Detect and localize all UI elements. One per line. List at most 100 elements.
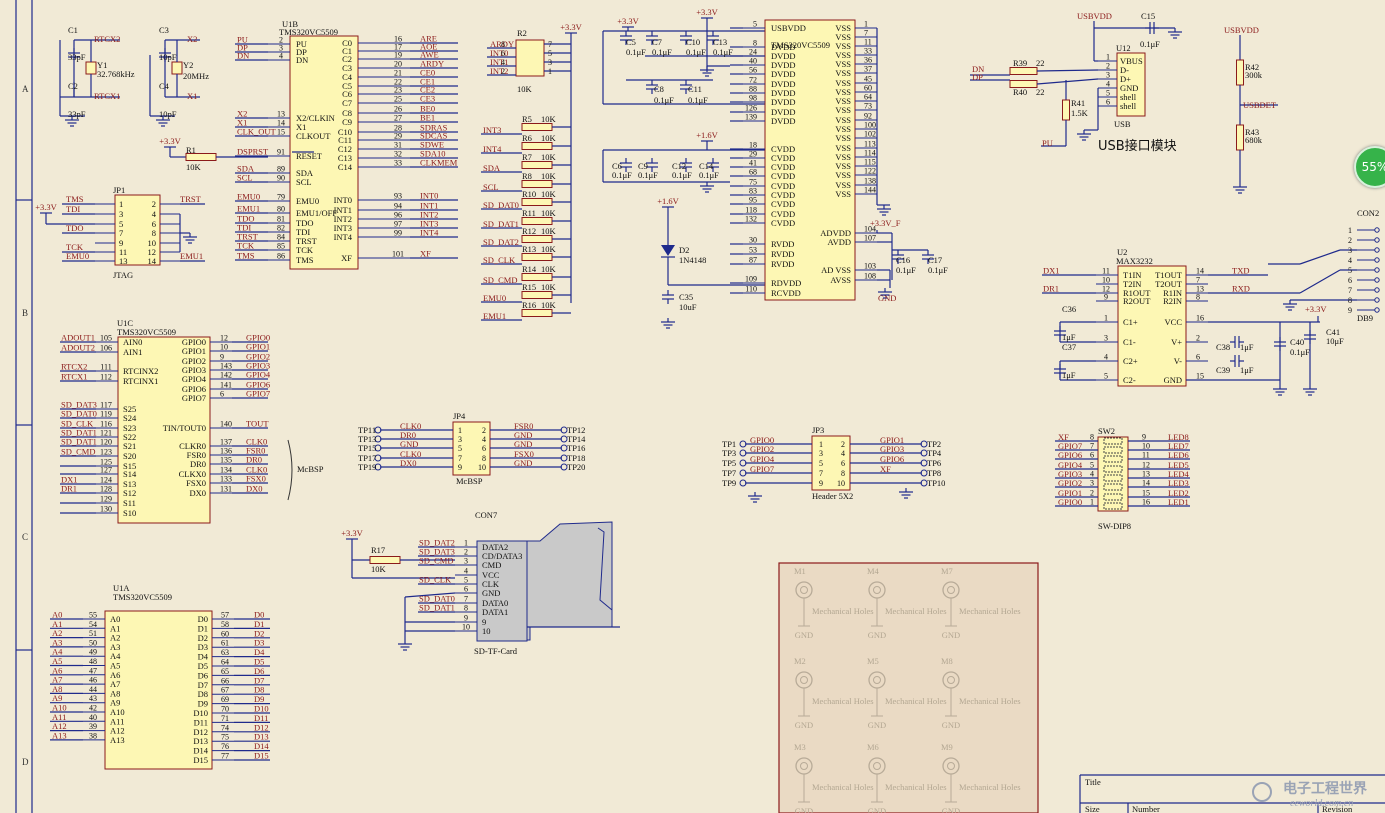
- c37-designator: C37: [1062, 342, 1076, 352]
- net-label: SD_DAT0: [61, 409, 97, 419]
- hole-designator: M7: [941, 566, 953, 576]
- pin-number: 75: [749, 178, 757, 187]
- net-label: RXD: [1232, 284, 1250, 294]
- pin-number: 88: [749, 85, 757, 94]
- net-label: INT0: [420, 191, 438, 201]
- cap-designator: C8: [654, 84, 664, 94]
- pin-number: 143: [220, 362, 232, 371]
- pin-number: 128: [100, 485, 112, 494]
- pin-number: 12: [220, 334, 228, 343]
- pin-name: 10: [482, 626, 491, 636]
- hole-designator: M9: [941, 742, 953, 752]
- pin-number: 60: [864, 84, 872, 93]
- pin-name: C2+: [1123, 356, 1138, 366]
- pin-number: 8: [152, 228, 156, 238]
- cap-value: 0.1μF: [928, 265, 948, 275]
- net-label: GPIO4: [246, 370, 271, 380]
- pin-number: 134: [220, 466, 232, 475]
- resistor-body: [1236, 124, 1244, 151]
- net-label: DX1: [1043, 266, 1060, 276]
- r2-value: 10K: [517, 84, 533, 94]
- pin-number: 9: [458, 463, 462, 472]
- pin-number: 80: [277, 205, 285, 214]
- pin-name: AVDD: [828, 237, 851, 247]
- pin-number: 42: [89, 704, 97, 713]
- resistor-body: [521, 198, 553, 206]
- r43-value: 680k: [1245, 135, 1263, 145]
- pin-name: RTCINX1: [123, 376, 158, 386]
- resistor-body: [1062, 99, 1070, 121]
- pin-number: 8: [753, 39, 757, 48]
- net-label: XF: [420, 249, 431, 259]
- pin-number: 19: [394, 51, 402, 60]
- net-label: SD_CLK: [419, 575, 452, 585]
- pin-number: 7: [119, 228, 123, 238]
- cap-value: 0.1μF: [672, 170, 692, 180]
- c36-designator: C36: [1062, 304, 1076, 314]
- resistor-designator: R11: [522, 208, 536, 218]
- u1c-part: TMS320VC5509: [117, 327, 176, 337]
- pin-number: 6: [1090, 451, 1094, 460]
- resistor-value: 10K: [541, 264, 557, 274]
- title-block-number: Number: [1132, 804, 1160, 813]
- pin-number: 137: [220, 438, 232, 447]
- pin-number: 1: [1106, 53, 1110, 62]
- watermark-text: 电子工程世界: [1283, 780, 1368, 797]
- hole-label: Mechanical Holes: [812, 782, 874, 792]
- net-label: SCL: [483, 182, 499, 192]
- net-label: RTCX2: [61, 362, 87, 372]
- pin-number: 94: [394, 202, 402, 211]
- db9-pin: [1374, 277, 1380, 283]
- pin-number: 3: [1348, 246, 1352, 255]
- pin-number: 106: [100, 344, 112, 353]
- pin-number: 115: [864, 158, 876, 167]
- resistor-value: 10K: [541, 226, 557, 236]
- resistor-value: 10K: [541, 171, 557, 181]
- resistor-body: [521, 217, 553, 225]
- test-point-label: TP9: [722, 478, 736, 488]
- hole-gnd-label: GND: [795, 806, 813, 813]
- pin-number: 6: [1106, 98, 1110, 107]
- pin-number: 10: [478, 463, 486, 472]
- cap-designator: C13: [713, 37, 727, 47]
- pin-name: D15: [193, 755, 208, 765]
- pin-number: 97: [394, 220, 402, 229]
- pin-number: 40: [89, 713, 97, 722]
- pin-number: 89: [277, 165, 285, 174]
- pin-name: DATA1: [482, 607, 508, 617]
- pin-name: VSS: [835, 189, 851, 199]
- net-label: GND: [514, 458, 532, 468]
- power-label: +1.6V: [657, 196, 679, 206]
- test-point-label: TP10: [927, 478, 945, 488]
- pin-number: 5: [1106, 89, 1110, 98]
- resistor-designator: R12: [522, 226, 536, 236]
- net-label: GPIO0: [1058, 497, 1082, 507]
- pin-number: 3: [1106, 71, 1110, 80]
- pin-name: CLKOUT: [296, 131, 331, 141]
- pin-number: 33: [864, 47, 872, 56]
- pin-name: S12: [123, 488, 136, 498]
- pin-number: 12: [1142, 461, 1150, 470]
- pin-number: 144: [864, 186, 876, 195]
- pin-number: 53: [749, 246, 757, 255]
- resistor-designator: R6: [522, 133, 532, 143]
- net-label: GND: [514, 439, 532, 449]
- c15-value: 0.1μF: [1140, 39, 1160, 49]
- pin-number: 9: [1348, 306, 1352, 315]
- pin-number: 135: [220, 456, 232, 465]
- cap-value: 0.1μF: [626, 47, 646, 57]
- pin-name: GPIO4: [182, 374, 207, 384]
- c1-value: 33pF: [68, 52, 86, 62]
- pin-number: 5: [819, 459, 823, 468]
- wire: [1036, 69, 1099, 72]
- pin-name: DVDD: [771, 116, 796, 126]
- pin-number: 9: [1142, 433, 1146, 442]
- con7-designator: CON7: [475, 510, 497, 520]
- test-point-label: TP6: [927, 458, 941, 468]
- pin-number: 68: [749, 168, 757, 177]
- pin-number: 45: [864, 75, 872, 84]
- pin-number: 139: [745, 113, 757, 122]
- pin-number: 7: [548, 40, 552, 49]
- r41-value: 1.5K: [1071, 108, 1089, 118]
- net-label: GPIO7: [750, 464, 774, 474]
